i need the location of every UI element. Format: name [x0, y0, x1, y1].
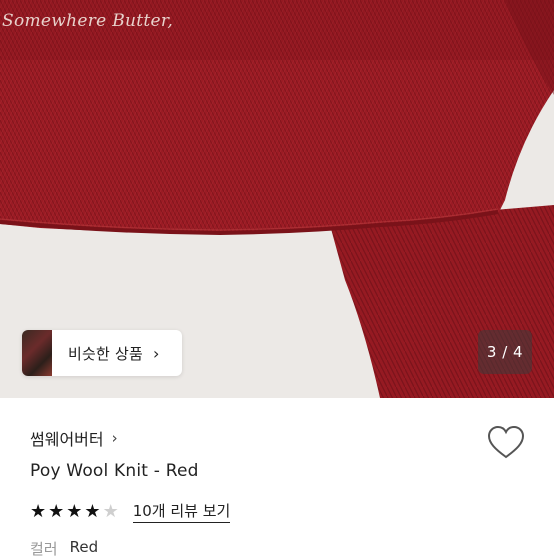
brand-link[interactable]: 썸웨어버터 › — [30, 426, 118, 450]
review-link[interactable]: 10개 리뷰 보기 — [132, 500, 231, 523]
star-icon: ★ — [30, 500, 47, 522]
option-key: 컬러 — [30, 540, 58, 558]
heart-icon[interactable] — [487, 425, 525, 461]
chevron-right-icon: › — [152, 343, 160, 363]
image-counter: 3 / 4 — [478, 330, 532, 374]
star-icon: ★ — [66, 500, 83, 522]
star-icon: ★ — [102, 500, 119, 522]
star-icon: ★ — [84, 500, 101, 522]
color-option-row: 컬러 Red — [30, 538, 98, 559]
svg-text:Somewhere Butter,: Somewhere Butter, — [2, 11, 173, 31]
brand-name: 썸웨어버터 — [30, 430, 104, 449]
embroidery-logo: Somewhere Butter, — [2, 11, 173, 31]
similar-product-thumbnail — [22, 330, 52, 376]
star-icon: ★ — [48, 500, 65, 522]
chevron-right-icon: › — [111, 429, 118, 447]
option-value: Red — [69, 538, 99, 556]
product-title: Poy Wool Knit - Red — [30, 461, 199, 481]
similar-products-label: 비슷한 상품 — [68, 344, 143, 363]
rating-row: ★ ★ ★ ★ ★ 10개 리뷰 보기 — [30, 500, 231, 523]
similar-products-button[interactable]: 비슷한 상품 › — [22, 330, 182, 376]
